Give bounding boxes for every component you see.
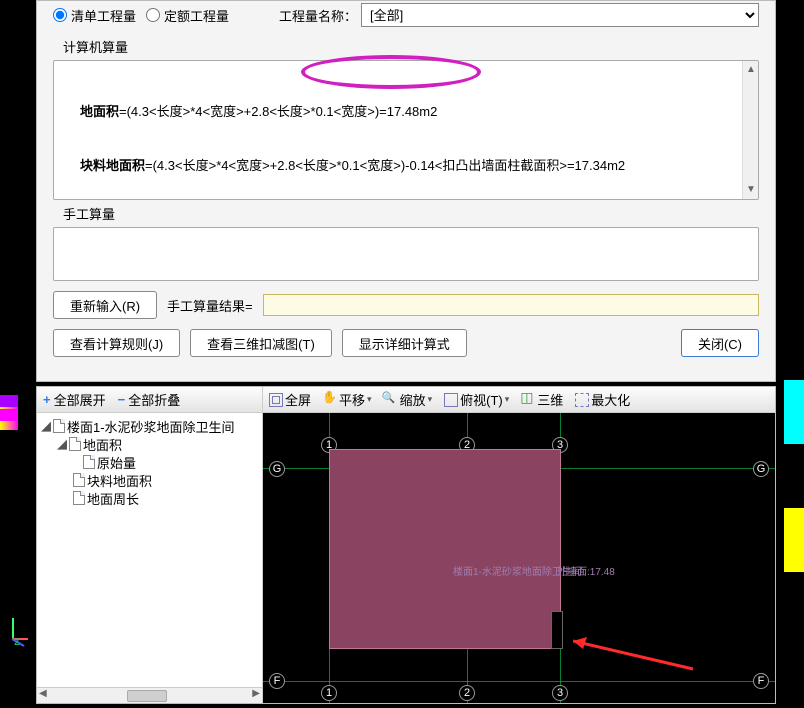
zoom-icon: [384, 393, 398, 407]
computer-calc-title: 计算机算量: [63, 37, 749, 56]
pan-label: 平移: [339, 390, 365, 409]
pan-icon: [323, 393, 337, 407]
zoom-label: 缩放: [400, 390, 426, 409]
tree-node-perimeter-label: 地面周长: [87, 489, 139, 508]
viewer-pane: 全屏 平移▾ 缩放▾ 俯视(T)▾ 三维 最大化 1 2 3 1 2 3 G F…: [263, 387, 775, 703]
plus-icon: +: [43, 392, 51, 407]
pan-button[interactable]: 平移▾: [317, 387, 378, 412]
radio-fixed-quantity[interactable]: 定额工程量: [146, 6, 229, 25]
calc-scrollbar[interactable]: [742, 61, 758, 199]
annotation-arrow: [573, 631, 703, 671]
tree-root-label: 楼面1-水泥砂浆地面除卫生间: [67, 417, 235, 436]
viewport-text2: 外墙面:17.48: [557, 563, 615, 578]
doc-icon: [69, 437, 81, 451]
tree-node-block-label: 块料地面积: [87, 471, 152, 490]
collapse-all-label: 全部折叠: [128, 390, 180, 409]
radio-list-quantity[interactable]: 清单工程量: [53, 6, 136, 25]
tree-toolbar: +全部展开 −全部折叠: [37, 387, 262, 413]
doc-icon: [53, 419, 65, 433]
grid-label: G: [269, 461, 285, 477]
collapse-all-button[interactable]: −全部折叠: [112, 387, 187, 412]
maximize-label: 最大化: [591, 390, 630, 409]
scrollbar-thumb[interactable]: [127, 690, 167, 702]
calc-dialog: 清单工程量 定额工程量 工程量名称： [全部] 计算机算量 地面积=(4.3<长…: [36, 0, 776, 382]
floor-shape: [329, 449, 561, 649]
manual-calc-area[interactable]: [53, 227, 759, 281]
topview-label: 俯视(T): [460, 390, 503, 409]
calc-line2-expr: =(4.3<长度>*4<宽度>+2.8<长度>*0.1<宽度>)-0.14<扣凸…: [145, 158, 625, 173]
radio-list-quantity-input[interactable]: [53, 8, 67, 22]
calc-rule-button[interactable]: 查看计算规则(J): [53, 329, 180, 357]
expand-all-button[interactable]: +全部展开: [37, 387, 112, 412]
quantity-name-select[interactable]: [全部]: [361, 3, 759, 27]
expand-all-label: 全部展开: [54, 390, 106, 409]
viewport[interactable]: 1 2 3 1 2 3 G F G F 楼面1-水泥砂浆地面除卫生间 外墙面:1…: [263, 413, 775, 703]
radio-fixed-quantity-label: 定额工程量: [164, 6, 229, 25]
grid-label: 2: [459, 685, 475, 701]
tree-node-area[interactable]: ◢地面积: [41, 435, 258, 453]
calc-line1-expr: =(4.3<长度>*4<宽度>+2.8<长度>*0.1<宽度>)=17.48m2: [119, 104, 437, 119]
topview-icon: [444, 393, 458, 407]
fullscreen-icon: [269, 393, 283, 407]
tree[interactable]: ◢楼面1-水泥砂浆地面除卫生间 ◢地面积 原始量 块料地面积 地面周长: [37, 413, 262, 687]
doc-icon: [83, 455, 95, 469]
axis-z-label: z: [14, 634, 20, 648]
doc-icon: [73, 491, 85, 505]
show-detail-button[interactable]: 显示详细计算式: [342, 329, 467, 357]
quantity-name-label: 工程量名称：: [279, 6, 357, 25]
zoom-button[interactable]: 缩放▾: [378, 387, 439, 412]
radio-list-quantity-label: 清单工程量: [71, 6, 136, 25]
reinput-button[interactable]: 重新输入(R): [53, 291, 157, 319]
maximize-button[interactable]: 最大化: [569, 387, 636, 412]
tree-node-perimeter[interactable]: 地面周长: [41, 489, 258, 507]
3d-icon: [521, 393, 535, 407]
close-button[interactable]: 关闭(C): [681, 329, 759, 357]
tree-node-original[interactable]: 原始量: [41, 453, 258, 471]
calc-line1-label: 地面积: [80, 104, 119, 119]
view-3d-deduct-button[interactable]: 查看三维扣减图(T): [190, 329, 332, 357]
chevron-down-icon: ▾: [505, 394, 510, 405]
manual-result-field[interactable]: [263, 294, 759, 316]
computer-calc-area: 地面积=(4.3<长度>*4<宽度>+2.8<长度>*0.1<宽度>)=17.4…: [53, 60, 759, 200]
radio-fixed-quantity-input[interactable]: [146, 8, 160, 22]
3d-label: 三维: [537, 390, 563, 409]
floor-notch: [551, 611, 563, 649]
grid-label: G: [753, 461, 769, 477]
viewer-toolbar: 全屏 平移▾ 缩放▾ 俯视(T)▾ 三维 最大化: [263, 387, 775, 413]
grid-label: F: [269, 673, 285, 689]
maximize-icon: [575, 393, 589, 407]
tree-node-area-label: 地面积: [83, 435, 122, 454]
tree-pane: +全部展开 −全部折叠 ◢楼面1-水泥砂浆地面除卫生间 ◢地面积 原始量 块料地…: [37, 387, 263, 703]
topview-button[interactable]: 俯视(T)▾: [438, 387, 515, 412]
chevron-down-icon: ▾: [367, 394, 372, 405]
fullscreen-button[interactable]: 全屏: [263, 387, 317, 412]
lower-split: +全部展开 −全部折叠 ◢楼面1-水泥砂浆地面除卫生间 ◢地面积 原始量 块料地…: [36, 386, 776, 704]
grid-label: 3: [552, 685, 568, 701]
manual-calc-title: 手工算量: [63, 204, 749, 223]
tree-node-original-label: 原始量: [97, 453, 136, 472]
3d-button[interactable]: 三维: [515, 387, 569, 412]
tree-node-block[interactable]: 块料地面积: [41, 471, 258, 489]
manual-result-label: 手工算量结果=: [167, 296, 253, 315]
minus-icon: −: [118, 392, 126, 407]
fullscreen-label: 全屏: [285, 390, 311, 409]
grid-label: F: [753, 673, 769, 689]
doc-icon: [73, 473, 85, 487]
calc-line2-label: 块料地面积: [80, 158, 145, 173]
tree-root[interactable]: ◢楼面1-水泥砂浆地面除卫生间: [41, 417, 258, 435]
chevron-down-icon: ▾: [428, 394, 433, 405]
tree-h-scrollbar[interactable]: [37, 687, 262, 703]
grid-label: 1: [321, 685, 337, 701]
